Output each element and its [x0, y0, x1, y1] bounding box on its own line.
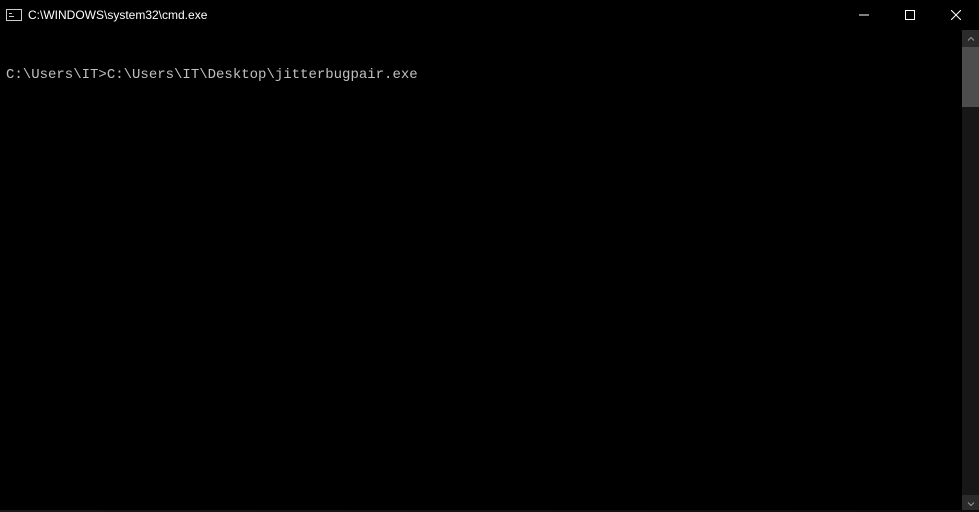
- minimize-icon: [859, 10, 869, 20]
- scroll-up-button[interactable]: [962, 30, 979, 47]
- window-titlebar: C:\WINDOWS\system32\cmd.exe: [0, 0, 979, 30]
- prompt-line: C:\Users\IT>C:\Users\IT\Desktop\jitterbu…: [6, 66, 956, 84]
- vertical-scrollbar[interactable]: [962, 30, 979, 512]
- chevron-down-icon: [967, 500, 975, 508]
- scroll-track[interactable]: [962, 47, 979, 495]
- titlebar-left: C:\WINDOWS\system32\cmd.exe: [0, 8, 207, 22]
- chevron-up-icon: [967, 35, 975, 43]
- window-controls: [841, 0, 979, 30]
- scroll-thumb[interactable]: [962, 47, 979, 107]
- terminal-area: C:\Users\IT>C:\Users\IT\Desktop\jitterbu…: [0, 30, 979, 512]
- close-icon: [951, 10, 961, 20]
- maximize-button[interactable]: [887, 0, 933, 30]
- maximize-icon: [905, 10, 915, 20]
- window-title: C:\WINDOWS\system32\cmd.exe: [28, 8, 207, 22]
- minimize-button[interactable]: [841, 0, 887, 30]
- cmd-icon: [6, 9, 22, 21]
- close-button[interactable]: [933, 0, 979, 30]
- terminal-output[interactable]: C:\Users\IT>C:\Users\IT\Desktop\jitterbu…: [0, 30, 962, 512]
